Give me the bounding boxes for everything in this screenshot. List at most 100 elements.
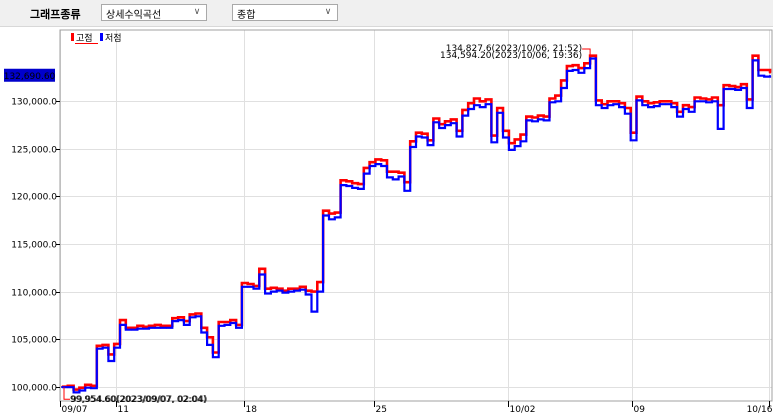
- data-point: [722, 84, 725, 87]
- data-point: [484, 103, 487, 106]
- data-point: [241, 282, 243, 284]
- legend-label: 고점: [76, 32, 93, 44]
- data-point: [258, 267, 261, 270]
- curve-type-select[interactable]: 상세수익곡선 ∨: [101, 4, 207, 21]
- data-point: [687, 106, 690, 108]
- data-point: [618, 106, 620, 108]
- data-point: [682, 104, 684, 107]
- graph-type-label: 그래프종류: [30, 8, 81, 21]
- data-point: [624, 112, 626, 115]
- data-point: [95, 344, 98, 347]
- data-point: [525, 115, 528, 118]
- data-point: [212, 356, 214, 359]
- data-point: [223, 324, 226, 326]
- data-point: [537, 118, 539, 121]
- x-tick-label: 18: [246, 405, 258, 415]
- profit-curve-chart: 100,000.0 105,000.0 110,000.0 115,000.0 120,…: [4, 29, 773, 415]
- data-point: [90, 384, 92, 387]
- data-point: [299, 288, 301, 291]
- data-point: [270, 290, 272, 293]
- data-point: [223, 321, 226, 323]
- data-point: [113, 346, 116, 349]
- chevron-down-icon[interactable]: ∨: [191, 5, 203, 20]
- data-point: [333, 216, 336, 219]
- data-point: [310, 290, 313, 293]
- data-point: [682, 108, 684, 110]
- data-point: [670, 106, 673, 108]
- y-tick-label: 125,000.0: [11, 146, 57, 156]
- data-point: [531, 116, 533, 119]
- scope-select[interactable]: 종합 ∨: [232, 4, 338, 21]
- curve-type-value: 상세수익곡선: [106, 10, 162, 21]
- data-point: [235, 326, 238, 329]
- data-point: [148, 324, 150, 327]
- data-point: [241, 285, 243, 288]
- data-point: [142, 325, 145, 328]
- data-point: [438, 127, 441, 129]
- series-line-low: [62, 57, 772, 394]
- data-point: [566, 70, 568, 72]
- x-tick-label: 11: [118, 405, 129, 415]
- data-point: [699, 97, 702, 100]
- data-point: [357, 188, 359, 190]
- data-point: [293, 287, 295, 290]
- data-point: [653, 101, 655, 104]
- data-point: [391, 178, 394, 181]
- data-point: [154, 324, 156, 326]
- data-point: [467, 108, 470, 110]
- data-point: [606, 104, 609, 107]
- data-point: [264, 292, 266, 295]
- data-point: [159, 326, 162, 329]
- data-point: [246, 285, 249, 288]
- series: [61, 54, 772, 394]
- data-point: [751, 54, 754, 57]
- data-point: [496, 111, 499, 114]
- data-point: [339, 179, 342, 182]
- data-point: [258, 273, 261, 276]
- data-point: [740, 87, 742, 89]
- legend-swatch: [71, 33, 74, 41]
- data-point: [246, 283, 249, 285]
- data-point: [548, 97, 551, 100]
- data-point: [380, 165, 383, 167]
- data-point: [229, 322, 232, 324]
- data-point: [101, 346, 104, 349]
- data-point: [693, 96, 696, 99]
- data-point: [641, 104, 644, 107]
- data-point: [177, 319, 180, 321]
- data-point: [635, 99, 638, 102]
- data-point: [664, 100, 667, 103]
- data-point: [391, 170, 394, 173]
- data-point: [449, 122, 452, 125]
- data-point: [484, 98, 487, 101]
- data-point: [647, 102, 649, 105]
- data-point: [165, 326, 168, 329]
- data-point: [473, 97, 475, 100]
- data-point: [287, 287, 290, 290]
- data-point: [658, 103, 661, 106]
- chevron-down-icon[interactable]: ∨: [322, 5, 334, 20]
- data-point: [676, 115, 678, 118]
- data-point: [299, 285, 301, 288]
- data-point: [113, 343, 116, 345]
- data-point: [304, 293, 307, 296]
- data-point: [711, 100, 713, 103]
- data-point: [95, 347, 98, 350]
- data-point: [478, 106, 481, 108]
- data-point: [386, 176, 388, 179]
- data-point: [537, 114, 539, 117]
- data-point: [449, 118, 452, 121]
- data-point: [612, 103, 615, 106]
- max-low-annotation: 134,594.20(2023/10/06, 19:36): [440, 51, 582, 61]
- data-point: [542, 115, 545, 118]
- data-point: [171, 320, 174, 322]
- data-point: [101, 344, 104, 346]
- data-point: [322, 209, 324, 212]
- data-point: [351, 182, 354, 185]
- data-point: [328, 218, 330, 221]
- data-point: [635, 95, 638, 98]
- data-point: [577, 67, 580, 69]
- data-point: [415, 131, 417, 134]
- data-point: [420, 132, 423, 135]
- axes: 100,000.0 105,000.0 110,000.0 115,000.0 120,…: [11, 29, 773, 415]
